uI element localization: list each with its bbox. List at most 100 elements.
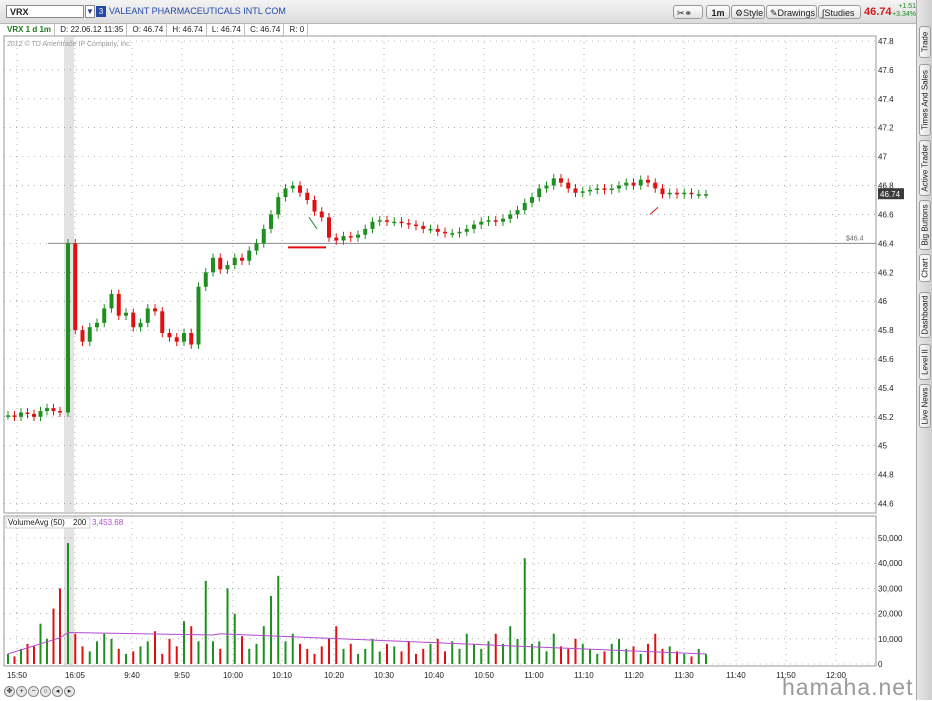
side-tab-trade[interactable]: Trade [919,26,931,58]
candle-body [667,192,672,195]
candle-body [559,178,563,183]
candle-body [544,185,549,189]
style-label: Style [743,8,764,18]
volume-bar [110,638,113,664]
candle-body [385,220,389,222]
scroll-right-icon[interactable]: ▸ [64,686,75,697]
volume-bar [538,641,541,664]
price-tick-label: 47.4 [878,95,894,104]
volume-bar [81,646,84,664]
candle-body [12,415,17,417]
candle-body [327,217,331,238]
chart-canvas[interactable]: 47.847.647.447.24746.846.646.446.24645.8… [0,0,932,700]
zoom-reset-icon[interactable]: ○ [40,686,51,697]
volume-bar [349,643,352,664]
volume-bar [320,646,323,664]
style-button[interactable]: ⚙Style [731,5,765,19]
zoom-controls: ✥ + − ○ ◂ ▸ [4,685,76,697]
candle-body [580,191,585,193]
candle-body [58,411,62,413]
candle-body [631,182,636,186]
candle-body [660,188,665,195]
candle-body [537,188,542,198]
side-tab-big-buttons[interactable]: Big Buttons [919,200,931,250]
percent-change: +3.34% [892,11,916,18]
candle-body [305,192,310,200]
candle-body [486,220,491,222]
scroll-left-icon[interactable]: ◂ [52,686,63,697]
volume-bar [386,643,388,664]
candle-body [153,308,157,312]
current-price-label: 46.74 [880,190,901,199]
candle-body [160,311,165,333]
volume-bar [480,648,483,664]
side-tab-live-news[interactable]: Live News [919,384,931,428]
volume-bar [364,648,367,664]
volume-tick-label: 40,000 [878,559,903,568]
volume-bar [690,656,693,664]
volume-tick-label: 10,000 [878,635,903,644]
watermark: hamaha.net [782,674,914,700]
chart-toolbar: VRX ▼ 3 VALEANT PHARMACEUTICALS INTL COM… [0,0,916,24]
volume-tick-label: 0 [878,660,883,669]
volume-bar [473,643,475,664]
side-tab-dashboard[interactable]: Dashboard [919,292,931,338]
volume-bar [516,638,519,664]
candle-body [261,228,266,244]
volume-bar [328,638,330,664]
drawings-button[interactable]: ✎Drawings [766,5,817,19]
bar-high: H: 46.74 [169,24,207,36]
side-tab-active-trader[interactable]: Active Trader [919,140,931,196]
volume-bar [509,626,512,664]
volume-bar [567,648,570,664]
side-tab-label: Active Trader [920,144,930,192]
volume-bar [168,638,171,664]
time-tick-label: 10:10 [272,671,293,680]
candle-body [392,221,397,224]
move-icon[interactable]: ✥ [4,686,15,697]
candle-body [464,228,469,232]
candle-body [551,178,556,186]
candle-body [443,231,447,234]
volume-bar [654,633,657,664]
volume-bar [270,595,272,664]
link-group-badge[interactable]: 3 [96,6,106,17]
volume-bar [393,646,396,664]
volume-bar [668,646,671,664]
volume-bar [683,653,686,664]
volume-bar [465,633,468,664]
candle-body [704,194,708,196]
volume-bar [589,648,591,664]
side-tab-times-and-sales[interactable]: Times And Sales [919,64,931,136]
candle-body [472,224,476,229]
studies-button[interactable]: ∫Studies [818,5,861,19]
candle-body [51,408,56,412]
time-tick-label: 11:30 [674,671,694,680]
candle-body [682,192,687,195]
price-tick-label: 45.2 [878,413,894,422]
volume-bar [458,648,461,664]
volume-bar [494,633,497,664]
candle-body [102,308,107,323]
price-tick-label: 47.2 [878,124,894,133]
volume-bar [197,641,200,664]
side-tab-label: Chart [920,258,930,278]
volume-bar [371,638,374,664]
side-tab-label: Dashboard [920,295,930,335]
candle-body [522,202,527,211]
side-tab-chart[interactable]: Chart [919,254,931,282]
tools-button[interactable]: ✂⚭ [673,5,703,19]
volume-bar [125,653,127,664]
candle-body [479,221,484,225]
volume-bar [33,646,35,664]
side-tab-level-ii[interactable]: Level II [919,344,931,380]
gear-icon: ⚙ [735,8,744,18]
symbol-input[interactable]: VRX [6,5,84,18]
interval-button[interactable]: 1m [706,5,730,19]
zoom-in-icon[interactable]: + [16,686,27,697]
volume-bar [262,626,265,664]
zoom-out-icon[interactable]: − [28,686,39,697]
volume-bar [67,543,69,664]
symbol-dropdown-icon[interactable]: ▼ [85,5,95,18]
volume-bar [647,643,649,664]
